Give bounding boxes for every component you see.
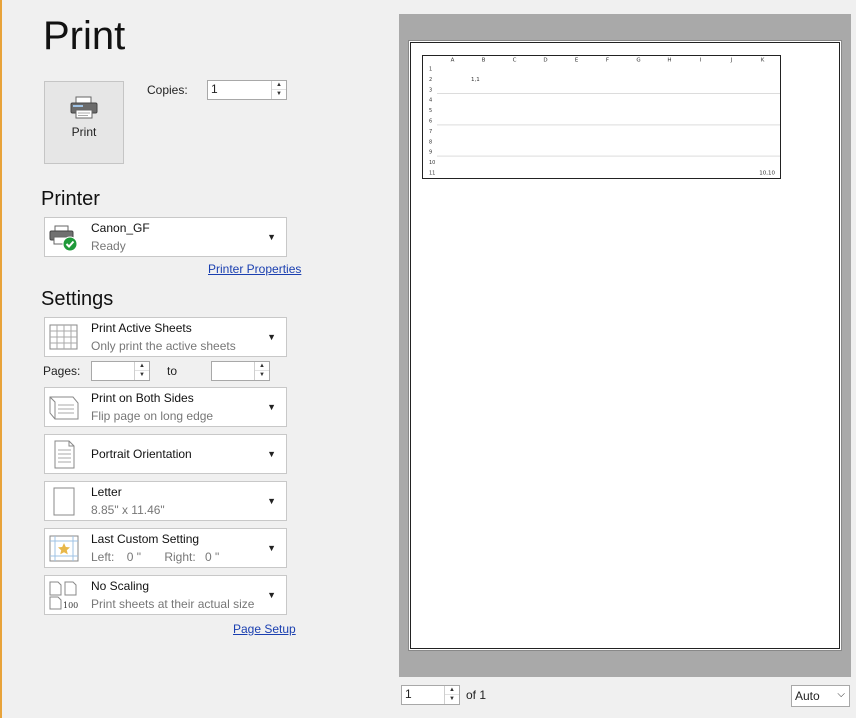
pages-to-label: to	[167, 364, 178, 378]
chevron-down-icon: ▼	[267, 449, 276, 459]
chevron-down-icon: ▼	[267, 543, 276, 553]
page-down-arrow-icon[interactable]: ▼	[445, 695, 459, 704]
page-number-value: 1	[405, 687, 412, 701]
page-title: Print	[43, 14, 126, 58]
printer-dropdown[interactable]: Canon_GF Ready ▼	[44, 217, 287, 257]
print-dialog: Print Print Copies: 1 ▲ ▼ Printer Canon_…	[0, 0, 856, 718]
column-header: K	[761, 58, 765, 64]
print-what-subtitle: Only print the active sheets	[91, 339, 236, 353]
portrait-page-icon	[54, 440, 75, 469]
custom-margins-icon	[49, 535, 79, 562]
copies-up-arrow-icon[interactable]: ▲	[272, 81, 286, 90]
copies-value: 1	[211, 82, 218, 96]
row-header: 8	[429, 139, 432, 145]
cell-value: 1,1	[471, 77, 480, 83]
margins-dropdown[interactable]: Last Custom Setting Left: 0 " Right: 0 "…	[44, 528, 287, 568]
page-up-arrow-icon[interactable]: ▲	[445, 686, 459, 695]
column-header: B	[482, 58, 486, 64]
settings-section-title: Settings	[41, 288, 114, 310]
pages-to-stepper[interactable]: ▲ ▼	[211, 361, 270, 381]
print-what-dropdown[interactable]: Print Active Sheets Only print the activ…	[44, 317, 287, 357]
margin-left-value: 0 "	[126, 550, 141, 564]
row-header: 11	[429, 171, 435, 177]
duplex-page-icon	[49, 396, 79, 420]
column-header: D	[543, 58, 547, 64]
chevron-down-icon: ▼	[267, 590, 276, 600]
printer-properties-link[interactable]: Printer Properties	[208, 262, 301, 276]
orientation-dropdown[interactable]: Portrait Orientation ▼	[44, 434, 287, 474]
column-header: E	[575, 58, 579, 64]
chevron-down-icon: ▼	[267, 332, 276, 342]
margin-right-value: 0 "	[205, 550, 220, 564]
row-header: 4	[429, 98, 432, 104]
column-header: F	[606, 58, 609, 64]
chevron-down-icon: ⌵	[837, 689, 845, 700]
column-header: C	[513, 58, 517, 64]
preview-sheet-grid: A B C D E F G H I J K 1 2 3 4 5 6 7 8 9 10 11 1,1 10,10	[429, 58, 780, 177]
paper-size-icon	[53, 487, 75, 516]
printer-status: Ready	[91, 239, 126, 253]
column-header: A	[451, 58, 455, 64]
printer-section-title: Printer	[41, 188, 100, 210]
scaling-title: No Scaling	[91, 579, 150, 593]
print-button[interactable]: Print	[44, 81, 124, 164]
zoom-select[interactable]: Auto ⌵	[791, 685, 850, 707]
row-header: 1	[429, 67, 432, 73]
sides-subtitle: Flip page on long edge	[91, 409, 214, 423]
scaling-icon-text: 100	[63, 601, 78, 610]
page-number-stepper[interactable]: 1 ▲ ▼	[401, 685, 460, 705]
preview-sheet: A B C D E F G H I J K 1 2 3 4 5 6 7 8 9 10 11 1,1 10,10	[422, 55, 781, 179]
column-header: I	[700, 58, 702, 64]
page-count-label: of 1	[466, 688, 487, 702]
copies-stepper[interactable]: 1 ▲ ▼	[207, 80, 287, 100]
chevron-down-icon: ▼	[267, 496, 276, 506]
chevron-down-icon: ▼	[267, 402, 276, 412]
row-header: 6	[429, 119, 432, 125]
pages-to-up-arrow-icon[interactable]: ▲	[255, 362, 269, 371]
zoom-value: Auto	[795, 689, 820, 703]
column-header: G	[636, 58, 640, 64]
scaling-pages-icon: 100	[49, 581, 78, 610]
row-header: 7	[429, 129, 432, 135]
sides-dropdown[interactable]: Print on Both Sides Flip page on long ed…	[44, 387, 287, 427]
scaling-dropdown[interactable]: 100 No Scaling Print sheets at their act…	[44, 575, 287, 615]
pages-from-down-arrow-icon[interactable]: ▼	[135, 371, 149, 380]
pages-label: Pages:	[43, 364, 81, 378]
cell-value: 10,10	[759, 171, 775, 177]
row-header: 2	[429, 77, 432, 83]
copies-label: Copies:	[147, 83, 188, 97]
pages-from-up-arrow-icon[interactable]: ▲	[135, 362, 149, 371]
column-header: H	[667, 58, 671, 64]
orientation-title: Portrait Orientation	[91, 447, 192, 461]
margins-detail: Left: 0 " Right: 0 "	[91, 550, 219, 564]
sheets-grid-icon	[49, 324, 78, 350]
row-header: 5	[429, 108, 432, 114]
scaling-subtitle: Print sheets at their actual size	[91, 597, 255, 611]
print-button-label: Print	[71, 125, 97, 139]
printer-ready-icon	[49, 225, 78, 252]
paper-size-subtitle: 8.85" x 11.46"	[91, 503, 165, 517]
margin-right-label: Right:	[164, 550, 196, 564]
copies-down-arrow-icon[interactable]: ▼	[272, 90, 286, 99]
margins-title: Last Custom Setting	[91, 532, 200, 546]
pages-from-stepper[interactable]: ▲ ▼	[91, 361, 150, 381]
row-header: 9	[429, 150, 432, 156]
pages-to-down-arrow-icon[interactable]: ▼	[255, 371, 269, 380]
paper-size-dropdown[interactable]: Letter 8.85" x 11.46" ▼	[44, 481, 287, 521]
print-what-title: Print Active Sheets	[91, 321, 192, 335]
chevron-down-icon: ▼	[267, 232, 276, 242]
printer-name: Canon_GF	[91, 221, 150, 235]
column-header: J	[730, 58, 733, 64]
printer-icon	[70, 96, 98, 119]
paper-size-title: Letter	[91, 485, 122, 499]
sides-title: Print on Both Sides	[91, 391, 194, 405]
margin-left-label: Left:	[91, 550, 115, 564]
page-setup-link[interactable]: Page Setup	[233, 622, 296, 636]
row-header: 3	[429, 87, 432, 93]
row-header: 10	[429, 160, 435, 166]
